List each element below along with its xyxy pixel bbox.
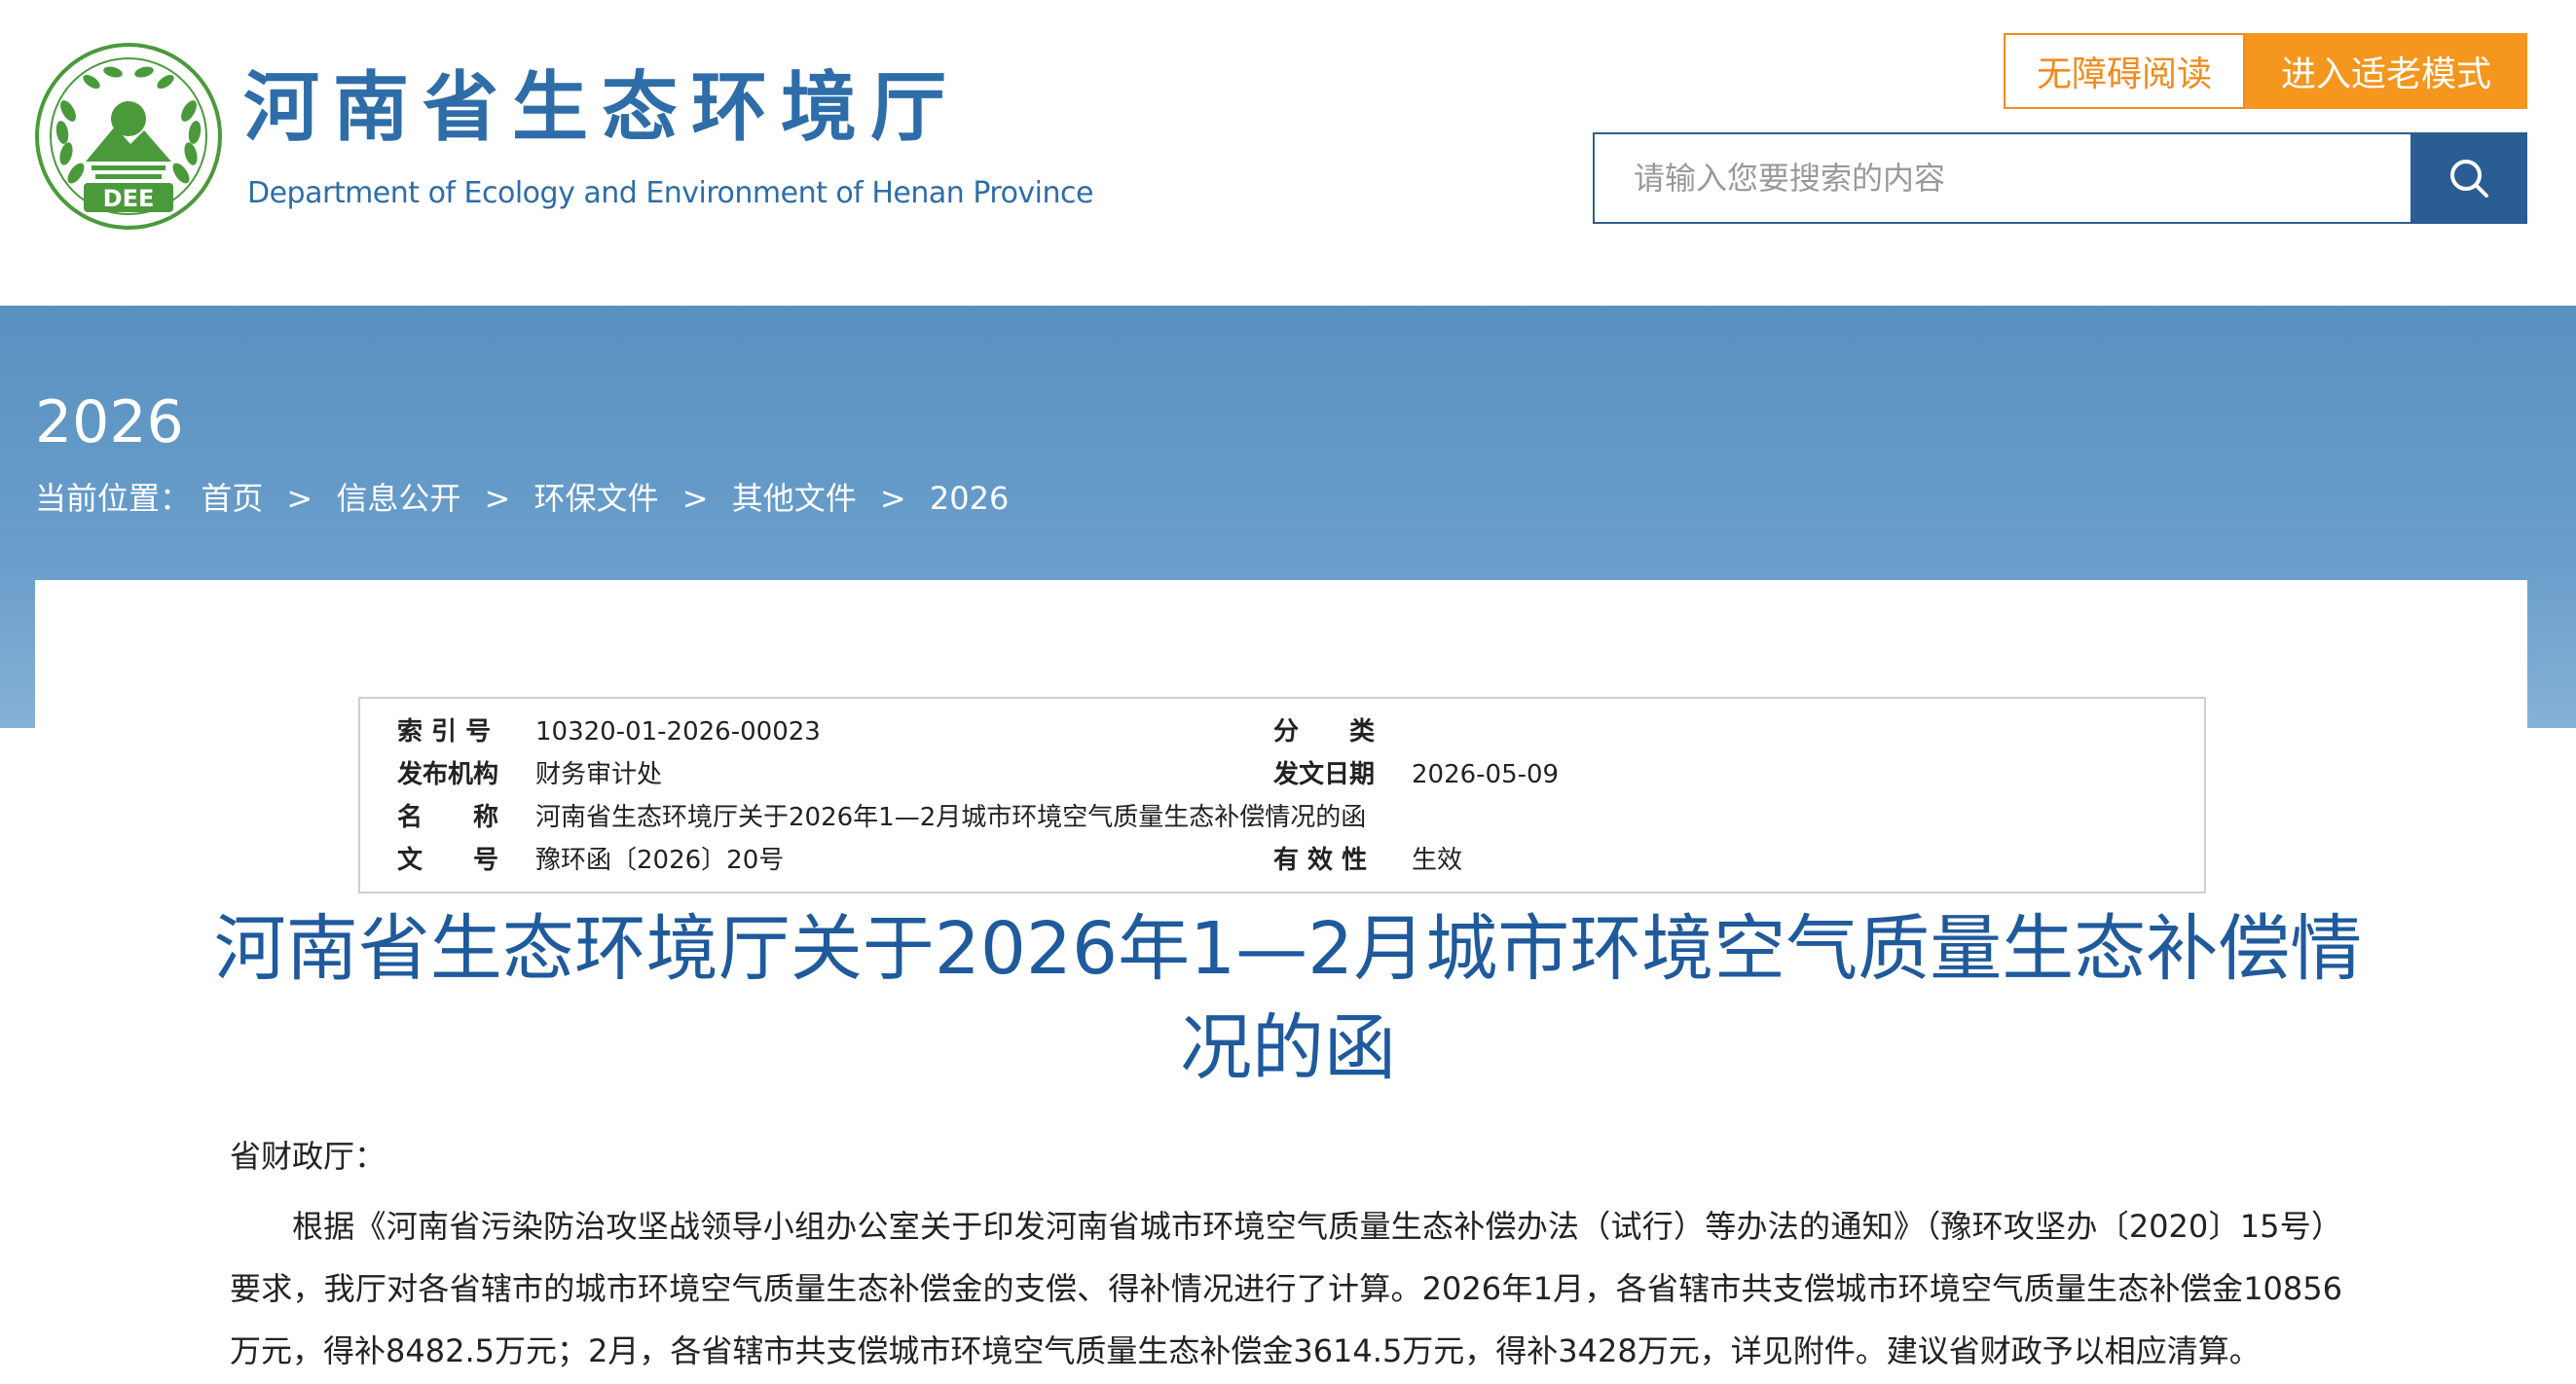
meta-value-validity: 生效 — [1412, 846, 1463, 875]
meta-value-publisher: 财务审计处 — [535, 760, 663, 789]
logo-emblem[interactable]: DEE — [35, 43, 222, 230]
breadcrumb-item-home[interactable]: 首页 — [201, 480, 263, 517]
search-icon — [2450, 160, 2488, 198]
meta-value-name: 河南省生态环境厅关于2026年1—2月城市环境空气质量生态补偿情况的函 — [535, 803, 1367, 832]
breadcrumb-prefix: 当前位置： — [35, 480, 192, 517]
meta-row-index: 索 引 号 10320-01-2026-00023 分 类 — [360, 710, 2204, 753]
meta-row-publisher: 发布机构 财务审计处 发文日期 2026-05-09 — [360, 753, 2204, 796]
meta-label-name: 名 称 — [397, 803, 499, 832]
meta-row-docno: 文 号 豫环函〔2026〕20号 有 效 性 生效 — [360, 839, 2204, 882]
meta-value-date: 2026-05-09 — [1412, 760, 1560, 789]
banner-title: 2026 — [35, 388, 184, 456]
breadcrumb-separator: > — [286, 480, 313, 517]
meta-value-docno: 豫环函〔2026〕20号 — [535, 846, 785, 875]
document-meta-table: 索 引 号 10320-01-2026-00023 分 类 发布机构 财务审计处… — [358, 697, 2206, 893]
breadcrumb: 当前位置： 首页 > 信息公开 > 环保文件 > 其他文件 > 2026 — [35, 483, 1009, 514]
meta-label-date: 发文日期 — [1273, 760, 1376, 789]
document-body-paragraph: 根据《河南省污染防治攻坚战领导小组办公室关于印发河南省城市环境空气质量生态补偿办… — [230, 1208, 2342, 1369]
document-addressee: 省财政厅： — [230, 1138, 386, 1175]
breadcrumb-separator: > — [879, 480, 906, 517]
logo-text: DEE — [103, 185, 155, 212]
meta-label-index: 索 引 号 — [397, 717, 492, 747]
breadcrumb-item-env-docs[interactable]: 环保文件 — [534, 480, 659, 517]
breadcrumb-separator: > — [484, 480, 511, 517]
breadcrumb-item-year[interactable]: 2026 — [930, 480, 1009, 517]
meta-row-name: 名 称 河南省生态环境厅关于2026年1—2月城市环境空气质量生态补偿情况的函 — [360, 796, 2204, 839]
meta-label-validity: 有 效 性 — [1273, 846, 1368, 875]
meta-label-category: 分 类 — [1273, 717, 1376, 747]
elder-mode-button[interactable]: 进入适老模式 — [2245, 33, 2527, 109]
search-button[interactable] — [2410, 132, 2527, 224]
site-title[interactable]: 河南省生态环境厅 — [243, 70, 960, 146]
logo-icon: DEE — [35, 43, 222, 230]
breadcrumb-separator: > — [681, 480, 709, 517]
search-input[interactable] — [1593, 132, 2412, 224]
meta-label-docno: 文 号 — [397, 846, 499, 875]
accessibility-reading-button[interactable]: 无障碍阅读 — [2004, 33, 2245, 109]
meta-value-index: 10320-01-2026-00023 — [535, 717, 821, 747]
breadcrumb-item-other-docs[interactable]: 其他文件 — [732, 480, 857, 517]
document-title: 河南省生态环境厅关于2026年1—2月城市环境空气质量生态补偿情况的函 — [213, 907, 2363, 1090]
site-subtitle: Department of Ecology and Environment of… — [247, 176, 1093, 210]
breadcrumb-item-info-public[interactable]: 信息公开 — [336, 480, 460, 517]
meta-label-publisher: 发布机构 — [397, 760, 499, 789]
site-header: DEE 河南省生态环境厅 Department of Ecology and E… — [0, 0, 2576, 306]
